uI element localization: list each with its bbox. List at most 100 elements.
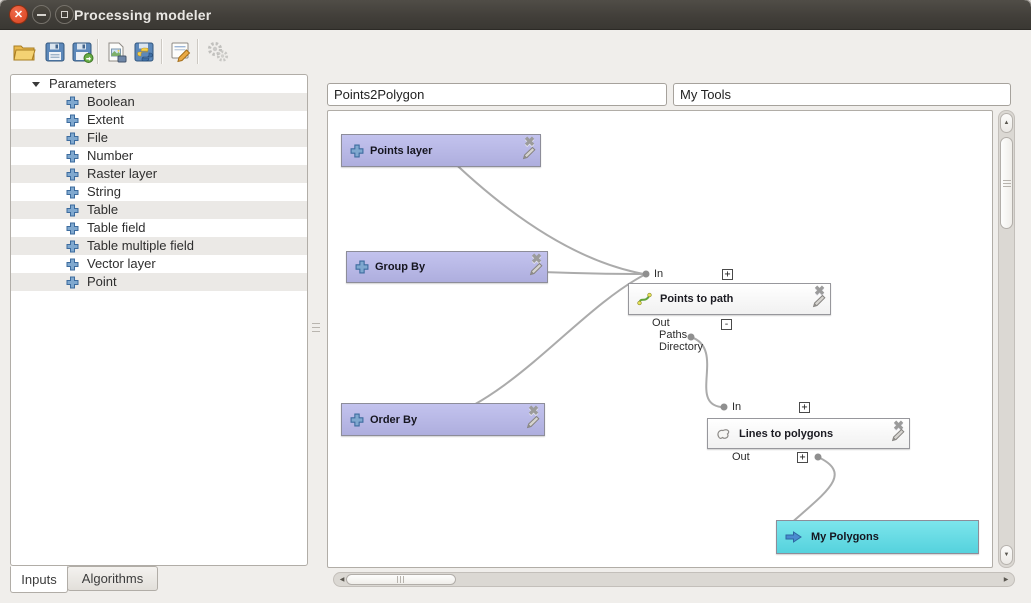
node-points-layer[interactable]: Points layer ✖ xyxy=(341,134,541,167)
model-name-input[interactable] xyxy=(327,83,667,106)
inputs-tree-panel: Parameters Boolean Extent File Number Ra… xyxy=(10,74,308,566)
add-parameter-icon xyxy=(66,114,79,127)
tree-item-label: String xyxy=(87,183,121,201)
open-model-button[interactable] xyxy=(10,38,38,66)
node-order-by[interactable]: Order By ✖ xyxy=(341,403,545,436)
run-model-button[interactable] xyxy=(204,38,232,66)
add-parameter-icon xyxy=(66,222,79,235)
edit-node-icon[interactable] xyxy=(812,294,826,313)
points-to-path-icon xyxy=(637,292,652,307)
export-as-image-button[interactable] xyxy=(103,38,131,66)
node-group-by[interactable]: Group By ✖ xyxy=(346,251,548,283)
add-parameter-icon xyxy=(66,186,79,199)
edit-node-icon[interactable] xyxy=(529,262,543,281)
export-as-python-button[interactable] xyxy=(131,38,159,66)
node-my-polygons[interactable]: My Polygons xyxy=(776,520,979,554)
horizontal-scrollbar-thumb[interactable] xyxy=(346,574,456,585)
edit-node-icon[interactable] xyxy=(526,415,540,434)
out-port-label: Out xyxy=(652,317,670,329)
tab-algorithms[interactable]: Algorithms xyxy=(67,566,158,591)
tree-item-extent[interactable]: Extent xyxy=(11,111,307,129)
node-label: Points layer xyxy=(370,135,432,166)
scroll-right-button[interactable]: ▶ xyxy=(1000,574,1012,585)
tree-root-label: Parameters xyxy=(49,75,116,93)
tree-item-label: Boolean xyxy=(87,93,135,111)
scroll-up-button[interactable]: ▲ xyxy=(1000,113,1013,133)
out-port-label: Out xyxy=(732,451,750,463)
tree-root-parameters[interactable]: Parameters xyxy=(11,75,307,93)
add-parameter-icon xyxy=(66,168,79,181)
add-parameter-icon xyxy=(66,96,79,109)
processing-modeler-window: ✕ Processing modeler xyxy=(0,0,1031,603)
expand-outputs-toggle[interactable]: + xyxy=(797,452,808,463)
add-parameter-icon xyxy=(66,132,79,145)
tree-item-table-field[interactable]: Table field xyxy=(11,219,307,237)
edge-out-to-my-polygons xyxy=(789,457,835,525)
export-python-icon xyxy=(134,42,156,63)
tree-item-label: Vector layer xyxy=(87,255,156,273)
canvas-horizontal-scrollbar[interactable]: ◀ ▶ xyxy=(333,572,1015,587)
node-label: Points to path xyxy=(660,284,733,314)
in-port-label: In xyxy=(654,268,663,280)
plus-icon xyxy=(350,144,364,158)
add-parameter-icon xyxy=(66,240,79,253)
minimize-button[interactable] xyxy=(32,5,51,24)
tree-item-boolean[interactable]: Boolean xyxy=(11,93,307,111)
tree-item-label: Table xyxy=(87,201,118,219)
add-parameter-icon xyxy=(66,276,79,289)
scroll-up-icon: ▲ xyxy=(1004,120,1010,126)
tree-item-string[interactable]: String xyxy=(11,183,307,201)
port-dot xyxy=(643,271,650,278)
expand-inputs-toggle[interactable]: + xyxy=(722,269,733,280)
tree-item-table-multiple-field[interactable]: Table multiple field xyxy=(11,237,307,255)
tree-item-vector-layer[interactable]: Vector layer xyxy=(11,255,307,273)
tree-item-label: Point xyxy=(87,273,117,291)
model-group-input[interactable] xyxy=(673,83,1011,106)
edit-node-icon[interactable] xyxy=(891,428,905,447)
edit-model-help-button[interactable] xyxy=(167,38,195,66)
port-dot xyxy=(688,334,695,341)
expand-inputs-toggle[interactable]: + xyxy=(799,402,810,413)
tree-item-table[interactable]: Table xyxy=(11,201,307,219)
node-lines-to-polygons[interactable]: Lines to polygons ✖ xyxy=(707,418,910,449)
scroll-down-button[interactable]: ▼ xyxy=(1000,545,1013,565)
node-points-to-path[interactable]: Points to path ✖ xyxy=(628,283,831,315)
titlebar[interactable]: ✕ Processing modeler xyxy=(0,0,1031,30)
save-model-as-button[interactable] xyxy=(69,38,97,66)
panel-splitter-handle[interactable] xyxy=(312,323,320,335)
toolbar-separator xyxy=(97,39,98,64)
maximize-button[interactable] xyxy=(55,5,74,24)
tree-item-label: Raster layer xyxy=(87,165,157,183)
tree-item-file[interactable]: File xyxy=(11,129,307,147)
lines-to-polygons-icon xyxy=(716,427,732,441)
maximize-icon xyxy=(61,11,68,18)
edit-node-icon[interactable] xyxy=(522,146,536,165)
tree-item-point[interactable]: Point xyxy=(11,273,307,291)
expand-triangle-icon[interactable] xyxy=(32,82,40,87)
output-paths-label: Paths xyxy=(659,329,687,341)
gears-icon xyxy=(206,41,230,63)
add-parameter-icon xyxy=(66,258,79,271)
tree-item-number[interactable]: Number xyxy=(11,147,307,165)
model-canvas[interactable]: Points layer ✖ Group By ✖ Order By ✖ In … xyxy=(327,110,993,568)
port-dot xyxy=(815,454,822,461)
node-label: My Polygons xyxy=(811,521,879,553)
tree-item-label: Number xyxy=(87,147,133,165)
node-label: Order By xyxy=(370,404,417,435)
tab-inputs[interactable]: Inputs xyxy=(10,566,68,593)
toolbar xyxy=(0,31,1031,71)
thumb-grip xyxy=(1003,180,1011,187)
save-model-button[interactable] xyxy=(41,38,69,66)
canvas-vertical-scrollbar[interactable]: ▲ ▼ xyxy=(998,110,1015,568)
port-dot xyxy=(721,404,728,411)
toolbar-separator xyxy=(197,39,198,64)
tree-item-raster-layer[interactable]: Raster layer xyxy=(11,165,307,183)
collapse-outputs-toggle[interactable]: - xyxy=(721,319,732,330)
add-parameter-icon xyxy=(66,204,79,217)
output-directory-label: Directory xyxy=(659,341,703,353)
tree-item-label: Table field xyxy=(87,219,146,237)
vertical-scrollbar-thumb[interactable] xyxy=(1000,137,1013,229)
node-label: Lines to polygons xyxy=(739,419,833,448)
close-button[interactable]: ✕ xyxy=(9,5,28,24)
export-image-icon xyxy=(106,42,128,63)
